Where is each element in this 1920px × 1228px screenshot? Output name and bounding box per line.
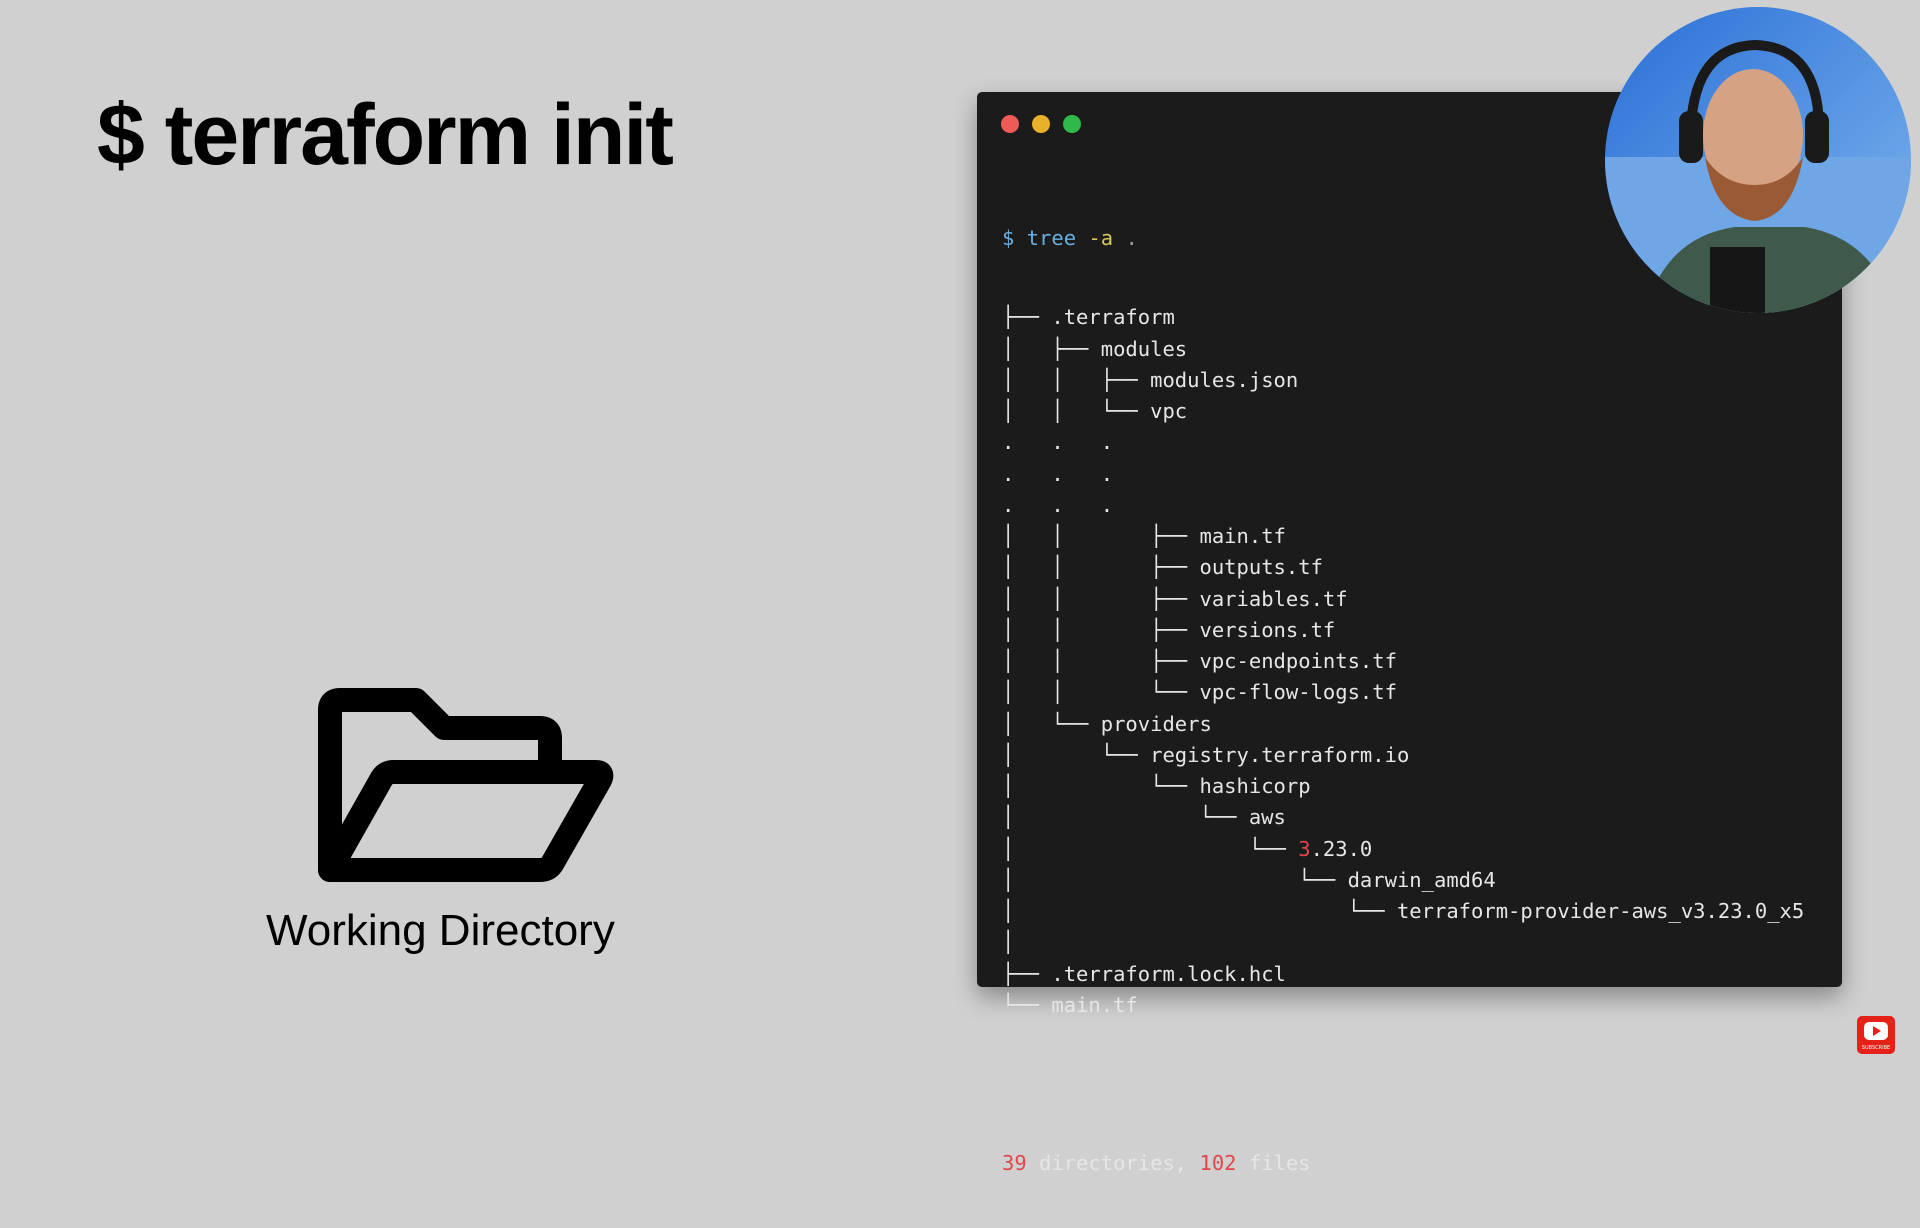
tree-line: │ └── 3.23.0 (1002, 834, 1804, 865)
tree-line: . . . (1002, 459, 1804, 490)
tree-prefix: │ │ ├── (1002, 555, 1200, 580)
tree-prefix: │ └── (1002, 836, 1299, 861)
tree-prefix: │ │ ├── (1002, 524, 1200, 548)
prompt-symbol: $ (1002, 226, 1015, 250)
tree-prefix: . . . (1002, 492, 1114, 517)
tree-line: │ │ └── vpc (1002, 396, 1804, 427)
tree-line: . . . (1002, 427, 1804, 458)
presenter-webcam (1605, 7, 1911, 313)
command-name: tree (1026, 226, 1077, 250)
file-label: files (1236, 1151, 1311, 1176)
tree-prefix: │ └── (1002, 711, 1101, 736)
tree-prefix: │ │ ├── (1002, 367, 1151, 392)
tree-line: ├── .terraform.lock.hcl (1002, 959, 1804, 990)
tree-line: │ │ └── vpc-flow-logs.tf (1002, 677, 1804, 708)
tree-name: vpc-flow-logs.tf (1199, 680, 1397, 705)
dir-count: 39 (1002, 1151, 1027, 1176)
tree-name: terraform-provider-aws_v3.23.0_x5 (1396, 899, 1805, 923)
folder-open-icon (318, 688, 614, 882)
tree-line: │ └── darwin_amd64 (1002, 865, 1804, 896)
tree-line: │ └── hashicorp (1002, 771, 1804, 802)
dir-label: directories, (1026, 1151, 1200, 1176)
command-arg: . (1125, 226, 1138, 250)
tree-line: │ ├── modules (1002, 334, 1804, 365)
command-flag: -a (1088, 226, 1114, 250)
tree-line: │ │ ├── outputs.tf (1002, 552, 1804, 583)
file-count: 102 (1199, 1151, 1237, 1176)
tree-prefix: │ ├── (1002, 336, 1101, 361)
tree-listing: ├── .terraform │ ├── modules │ │ ├── modul… (1002, 302, 1804, 1021)
tree-line: └── main.tf (1002, 990, 1804, 1021)
tree-name: providers (1100, 711, 1212, 736)
folder-label: Working Directory (266, 906, 615, 955)
tree-name: aws (1248, 805, 1286, 830)
slide-title: $ terraform init (97, 87, 674, 183)
tree-prefix: . . . (1002, 461, 1114, 486)
tree-prefix: │ └── (1002, 774, 1200, 798)
tree-line: │ └── registry.terraform.io (1002, 740, 1804, 771)
tree-prefix: └── (1002, 992, 1052, 1017)
tree-line: ├── .terraform (1002, 302, 1804, 333)
tree-line: │ └── providers (1002, 709, 1804, 740)
tree-prefix: │ └── (1002, 742, 1151, 767)
tree-line: │ └── aws (1002, 802, 1804, 833)
tree-name: .terraform (1051, 305, 1175, 330)
tree-prefix: ├── (1002, 305, 1052, 330)
summary-line: 39 directories, 102 files (1002, 1148, 1804, 1179)
tree-line: │ │ ├── modules.json (1002, 365, 1804, 396)
window-minimize-dot[interactable] (1032, 115, 1050, 133)
tree-name: vpc (1150, 399, 1188, 423)
window-zoom-dot[interactable] (1063, 115, 1081, 133)
tree-prefix: │ └── (1002, 899, 1397, 923)
tree-name-accent: 3 (1298, 836, 1311, 861)
tree-line: │ │ ├── variables.tf (1002, 584, 1804, 615)
tree-prefix: . . . (1002, 430, 1114, 455)
tree-line: │ (1002, 927, 1804, 958)
tree-name: darwin_amd64 (1347, 867, 1496, 892)
tree-name: modules.json (1150, 367, 1299, 392)
tree-line: │ │ ├── vpc-endpoints.tf (1002, 646, 1804, 677)
tree-name: variables.tf (1199, 586, 1348, 611)
tree-name: .23.0 (1310, 836, 1373, 861)
tree-name: hashicorp (1199, 774, 1311, 798)
tree-prefix: │ │ └── (1002, 680, 1200, 705)
tree-name: versions.tf (1199, 617, 1336, 642)
tree-line: │ └── terraform-provider-aws_v3.23.0_x5 (1002, 896, 1804, 927)
tree-prefix: │ │ ├── (1002, 617, 1200, 642)
tree-name: modules (1100, 336, 1188, 361)
youtube-subscribe-icon[interactable]: SUBSCRIBE (1857, 1016, 1895, 1054)
webcam-feed (1605, 7, 1911, 313)
tree-name: vpc-endpoints.tf (1199, 649, 1397, 673)
tree-name: main.tf (1199, 524, 1286, 548)
tree-prefix: │ (1002, 930, 1015, 955)
tree-name: registry.terraform.io (1150, 742, 1410, 767)
window-close-dot[interactable] (1001, 115, 1019, 133)
tree-line: . . . (1002, 490, 1804, 521)
tree-prefix: │ │ ├── (1002, 586, 1200, 611)
tree-prefix: │ └── (1002, 805, 1249, 830)
tree-line: │ │ ├── main.tf (1002, 521, 1804, 552)
tree-line: │ │ ├── versions.tf (1002, 615, 1804, 646)
tree-name: outputs.tf (1199, 555, 1323, 580)
tree-prefix: ├── (1002, 961, 1052, 986)
tree-name: main.tf (1051, 992, 1138, 1017)
tree-prefix: │ │ ├── (1002, 649, 1200, 673)
tree-prefix: │ └── (1002, 867, 1348, 892)
tree-prefix: │ │ └── (1002, 399, 1151, 423)
tree-name: .terraform.lock.hcl (1051, 961, 1286, 986)
subscribe-text: SUBSCRIBE (1862, 1045, 1890, 1051)
terminal-output: $ tree -a . ├── .terraform │ ├── modules │… (1002, 175, 1804, 1228)
